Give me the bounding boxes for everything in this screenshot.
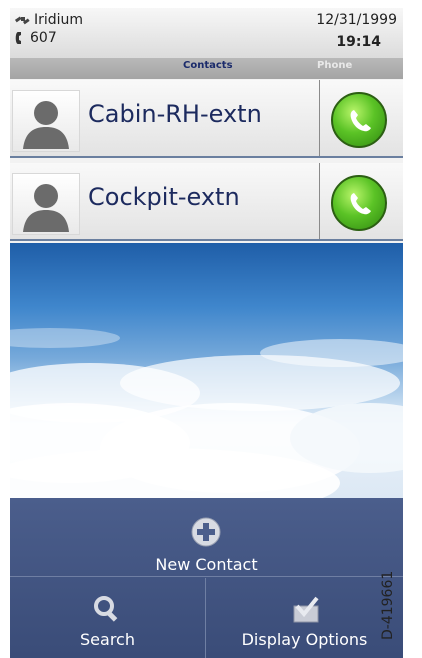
add-circle-icon xyxy=(190,516,222,552)
new-contact-button[interactable]: New Contact xyxy=(10,498,403,577)
contact-row[interactable]: Cockpit-extn xyxy=(10,163,403,241)
avatar xyxy=(12,173,80,235)
tab-bar: Contacts Phone xyxy=(10,58,403,79)
handset-icon xyxy=(14,31,26,45)
divider xyxy=(319,80,320,156)
avatar xyxy=(12,90,80,152)
carrier-indicator: Iridium xyxy=(14,12,83,28)
tab-contacts[interactable]: Contacts xyxy=(183,60,233,71)
person-icon xyxy=(23,184,69,232)
extension-number: 607 xyxy=(30,30,57,46)
tab-phone[interactable]: Phone xyxy=(317,60,352,71)
phone-icon xyxy=(350,110,371,132)
checklist-icon xyxy=(292,596,320,628)
divider xyxy=(319,163,320,239)
phone-icon xyxy=(350,193,371,215)
call-button[interactable] xyxy=(331,175,387,231)
call-button[interactable] xyxy=(331,92,387,148)
carrier-name: Iridium xyxy=(34,12,84,28)
display-options-button[interactable]: Display Options xyxy=(206,578,403,658)
figure-code: D-419661 xyxy=(380,570,396,640)
date-readout: 12/31/1999 xyxy=(316,12,397,28)
cloud-wallpaper xyxy=(10,243,403,498)
contact-row[interactable]: Cabin-RH-extn xyxy=(10,80,403,158)
search-icon xyxy=(92,594,122,628)
phone-screen: Iridium 607 12/31/1999 19:14 Contacts Ph… xyxy=(10,8,403,658)
new-contact-label: New Contact xyxy=(155,555,258,574)
satellite-icon xyxy=(14,13,30,27)
search-button[interactable]: Search xyxy=(10,578,206,658)
status-bar: Iridium 607 12/31/1999 19:14 xyxy=(10,8,403,58)
time-readout: 19:14 xyxy=(336,34,381,50)
search-label: Search xyxy=(80,630,135,649)
extension-indicator: 607 xyxy=(14,30,57,46)
contact-name: Cockpit-extn xyxy=(88,183,240,211)
display-options-label: Display Options xyxy=(241,630,368,649)
options-menu: New Contact Search Display Options xyxy=(10,498,403,658)
contact-name: Cabin-RH-extn xyxy=(88,100,262,128)
person-icon xyxy=(23,101,69,149)
